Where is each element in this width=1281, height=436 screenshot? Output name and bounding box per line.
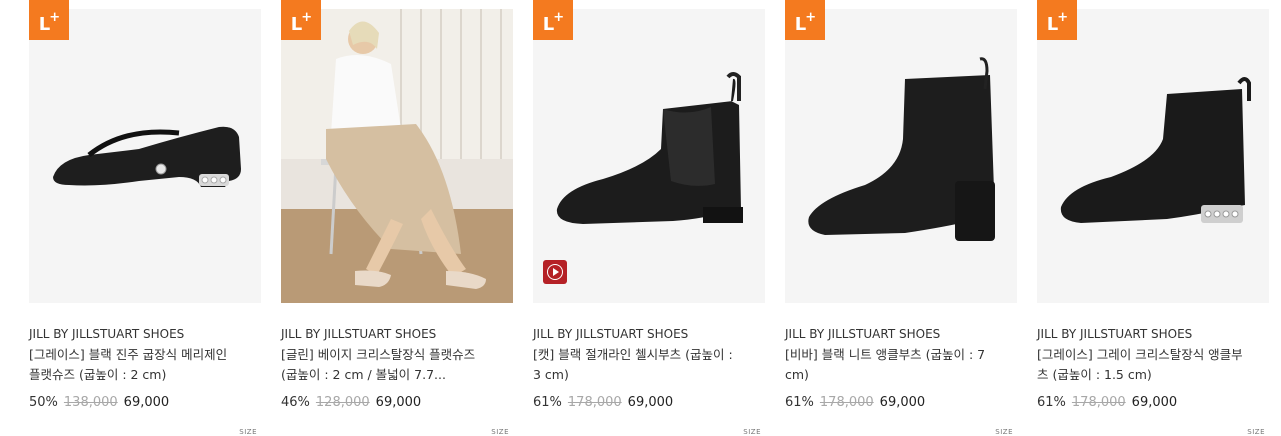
discount-rate: 61% <box>785 395 814 410</box>
product-name[interactable]: [그레이스] 블랙 진주 굽장식 메리제인 플랫슈즈 (굽높이 : 2 cm) <box>29 345 237 385</box>
discount-rate: 61% <box>533 395 562 410</box>
price-row: 46% 128,000 69,000 <box>281 395 421 410</box>
original-price: 128,000 <box>315 395 370 410</box>
product-card[interactable]: L+ SIZE JILL BY JILLSTUART SHOES [글린] 베이… <box>281 0 513 436</box>
product-card[interactable]: L+ SIZE JILL BY JILLSTUART SHOES [그레이스] … <box>29 0 261 436</box>
sale-price: 69,000 <box>627 395 674 410</box>
price-row: 61% 178,000 69,000 <box>785 395 925 410</box>
discount-rate: 50% <box>29 395 58 410</box>
product-brand[interactable]: JILL BY JILLSTUART SHOES <box>785 327 940 341</box>
product-image[interactable] <box>533 9 765 303</box>
mary-jane-flat-icon <box>29 9 261 303</box>
original-price: 178,000 <box>567 395 622 410</box>
product-brand[interactable]: JILL BY JILLSTUART SHOES <box>281 327 436 341</box>
price-row: 61% 178,000 69,000 <box>533 395 673 410</box>
product-brand[interactable]: JILL BY JILLSTUART SHOES <box>29 327 184 341</box>
knit-boot-icon <box>785 9 1017 303</box>
sale-price: 69,000 <box>123 395 170 410</box>
product-grid: L+ SIZE JILL BY JILLSTUART SHOES [그레이스] … <box>0 0 1281 436</box>
product-brand[interactable]: JILL BY JILLSTUART SHOES <box>1037 327 1192 341</box>
original-price: 178,000 <box>819 395 874 410</box>
lplus-badge: L+ <box>281 0 321 40</box>
sale-price: 69,000 <box>879 395 926 410</box>
original-price: 178,000 <box>1071 395 1126 410</box>
price-row: 50% 138,000 69,000 <box>29 395 169 410</box>
model-photo-icon <box>281 9 513 303</box>
discount-rate: 46% <box>281 395 310 410</box>
product-image[interactable] <box>785 9 1017 303</box>
product-card[interactable]: L+ SIZE JILL BY JILLSTUART SHOES [비바] 블랙… <box>785 0 1017 436</box>
original-price: 138,000 <box>63 395 118 410</box>
product-card[interactable]: L+ SIZE JILL BY JILLSTUART SHOES [그레이스] … <box>1037 0 1269 436</box>
product-name[interactable]: [글린] 베이지 크리스탈장식 플랫슈즈 (굽높이 : 2 cm / 볼넓이 7… <box>281 345 489 385</box>
video-play-icon[interactable] <box>543 260 567 284</box>
chelsea-boot-icon <box>533 9 765 303</box>
product-name[interactable]: [캣] 블랙 절개라인 첼시부츠 (굽높이 : 3 cm) <box>533 345 741 385</box>
price-row: 61% 178,000 69,000 <box>1037 395 1177 410</box>
product-name[interactable]: [비바] 블랙 니트 앵클부츠 (굽높이 : 7 cm) <box>785 345 993 385</box>
lplus-badge: L+ <box>1037 0 1077 40</box>
product-image[interactable] <box>1037 9 1269 303</box>
sale-price: 69,000 <box>375 395 422 410</box>
sale-price: 69,000 <box>1131 395 1178 410</box>
product-image[interactable] <box>281 9 513 303</box>
product-image[interactable] <box>29 9 261 303</box>
lplus-badge: L+ <box>785 0 825 40</box>
product-brand[interactable]: JILL BY JILLSTUART SHOES <box>533 327 688 341</box>
ankle-boot-icon <box>1037 9 1269 303</box>
lplus-badge: L+ <box>29 0 69 40</box>
product-name[interactable]: [그레이스] 그레이 크리스탈장식 앵클부츠 (굽높이 : 1.5 cm) <box>1037 345 1245 385</box>
lplus-badge: L+ <box>533 0 573 40</box>
product-card[interactable]: L+ SIZE JILL BY JILLSTUART SHOES [캣] 블랙 … <box>533 0 765 436</box>
discount-rate: 61% <box>1037 395 1066 410</box>
